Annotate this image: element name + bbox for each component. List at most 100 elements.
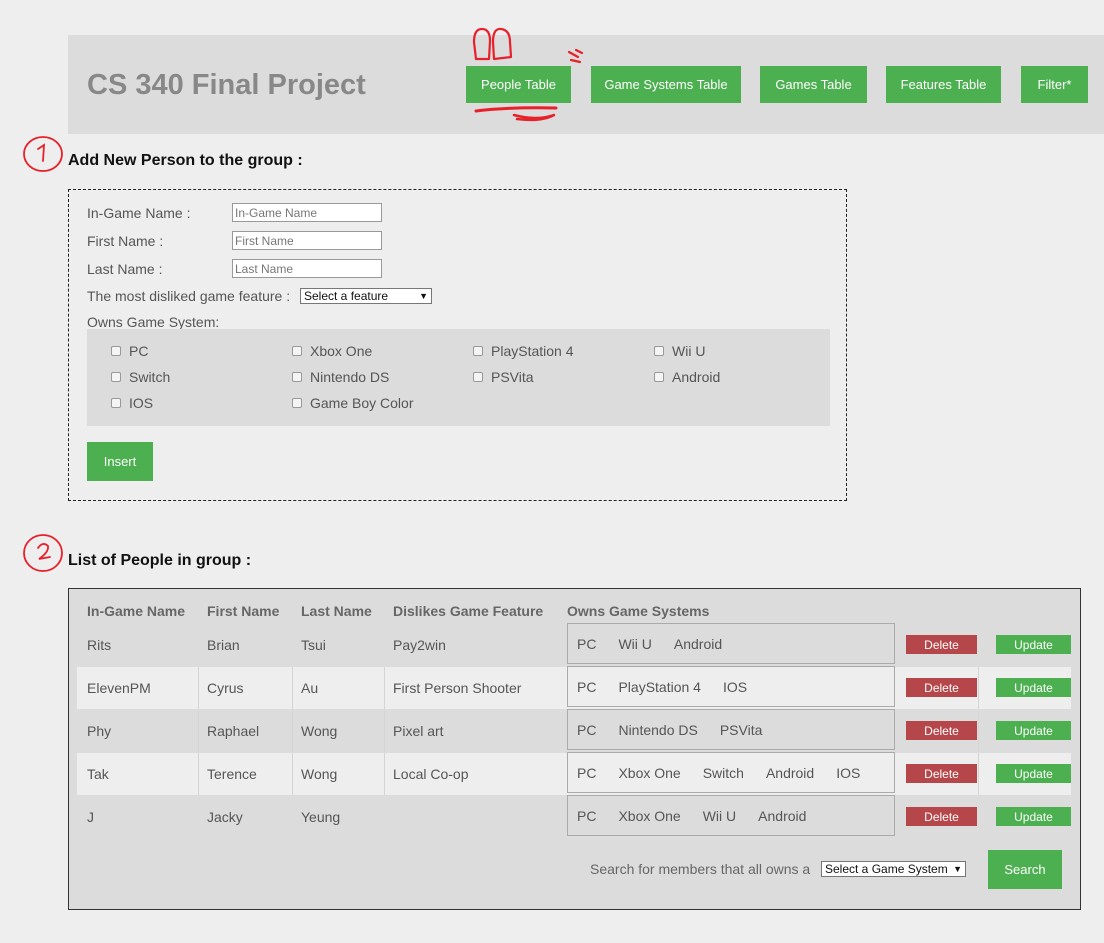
cell-owned-systems: PC Xbox One Wii U Android	[567, 795, 895, 836]
column-divider	[292, 667, 293, 709]
search-label: Search for members that all owns a	[590, 861, 811, 877]
cell-owned-systems: PC PlayStation 4 IOS	[567, 666, 895, 707]
checkbox-icon[interactable]	[473, 372, 483, 382]
owned-system: PC	[577, 678, 597, 695]
column-divider	[198, 667, 199, 709]
cell-ingame-name: Rits	[87, 637, 112, 653]
feature-select[interactable]: Select a feature ▼	[300, 288, 432, 304]
checkbox-icon[interactable]	[292, 398, 302, 408]
delete-button[interactable]: Delete	[906, 764, 977, 783]
last-name-input[interactable]	[232, 259, 382, 278]
system-checkbox-switch[interactable]: Switch	[111, 369, 170, 385]
table-row: Tak Terence Wong Local Co-op PC Xbox One…	[77, 752, 1071, 795]
dropdown-arrow-icon: ▼	[419, 291, 428, 301]
column-header-last-name: Last Name	[301, 603, 372, 619]
cell-ingame-name: ElevenPM	[87, 680, 151, 696]
checkbox-icon[interactable]	[292, 346, 302, 356]
column-header-ingame-name: In-Game Name	[87, 603, 186, 619]
update-button[interactable]: Update	[996, 678, 1071, 697]
update-button[interactable]: Update	[996, 764, 1071, 783]
annotation-circle-icon	[23, 136, 63, 172]
game-system-select[interactable]: Select a Game System ▼	[821, 861, 966, 877]
system-checkbox-psvita[interactable]: PSVita	[473, 369, 534, 385]
cell-last-name: Wong	[301, 723, 338, 739]
update-button[interactable]: Update	[996, 635, 1071, 654]
system-checkbox-pc[interactable]: PC	[111, 343, 148, 359]
owned-system: IOS	[836, 764, 861, 781]
cell-first-name: Terence	[207, 766, 257, 782]
nav-filter-button[interactable]: Filter*	[1021, 66, 1088, 103]
cell-feature: First Person Shooter	[393, 680, 522, 696]
column-divider	[978, 753, 979, 795]
column-divider	[198, 753, 199, 795]
delete-button[interactable]: Delete	[906, 635, 977, 654]
table-row: J Jacky Yeung PC Xbox One Wii U Android …	[77, 795, 1071, 838]
update-button[interactable]: Update	[996, 807, 1071, 826]
nav-people-table-button[interactable]: People Table	[466, 66, 571, 103]
app-title: CS 340 Final Project	[87, 69, 366, 101]
system-option-label: PC	[129, 343, 149, 359]
system-option-label: Game Boy Color	[310, 395, 414, 411]
column-header-dislikes-feature: Dislikes Game Feature	[393, 603, 544, 619]
column-divider	[292, 753, 293, 795]
system-checkbox-nintendo-ds[interactable]: Nintendo DS	[292, 369, 389, 385]
owned-system: Xbox One	[618, 807, 681, 824]
nav-game-systems-table-button[interactable]: Game Systems Table	[591, 66, 741, 103]
insert-button[interactable]: Insert	[87, 442, 153, 481]
ingame-name-input[interactable]	[232, 203, 382, 222]
cell-ingame-name: J	[87, 809, 94, 825]
cell-first-name: Raphael	[207, 723, 260, 739]
system-checkbox-playstation-4[interactable]: PlayStation 4	[473, 343, 574, 359]
update-button[interactable]: Update	[996, 721, 1071, 740]
table-row: Rits Brian Tsui Pay2win PC Wii U Android…	[77, 623, 1071, 666]
system-option-label: PlayStation 4	[491, 343, 574, 359]
checkbox-icon[interactable]	[111, 346, 121, 356]
checkbox-icon[interactable]	[111, 372, 121, 382]
feature-select-value: Select a feature	[304, 289, 389, 303]
cell-last-name: Au	[301, 680, 319, 696]
column-header-owns-systems: Owns Game Systems	[567, 603, 710, 619]
system-checkbox-wii-u[interactable]: Wii U	[654, 343, 705, 359]
table-row: Phy Raphael Wong Pixel art PC Nintendo D…	[77, 709, 1071, 752]
cell-ingame-name: Phy	[87, 723, 112, 739]
system-option-label: PSVita	[491, 369, 534, 385]
system-option-label: Android	[672, 369, 721, 385]
column-divider	[384, 710, 385, 752]
first-name-label: First Name :	[87, 233, 164, 249]
cell-feature: Pixel art	[393, 723, 444, 739]
delete-button[interactable]: Delete	[906, 807, 977, 826]
cell-last-name: Wong	[301, 766, 338, 782]
system-checkbox-android[interactable]: Android	[654, 369, 720, 385]
search-button[interactable]: Search	[988, 850, 1062, 889]
checkbox-icon[interactable]	[111, 398, 121, 408]
checkbox-icon[interactable]	[292, 372, 302, 382]
owned-system: PC	[577, 807, 597, 824]
cell-owned-systems: PC Xbox One Switch Android IOS	[567, 752, 895, 793]
nav-games-table-button[interactable]: Games Table	[760, 66, 867, 103]
system-checkbox-ios[interactable]: IOS	[111, 395, 153, 411]
owned-system: Xbox One	[618, 764, 681, 781]
checkbox-icon[interactable]	[654, 372, 664, 382]
system-option-label: Wii U	[672, 343, 706, 359]
add-person-heading: Add New Person to the group :	[68, 152, 303, 169]
owned-system: PlayStation 4	[618, 678, 701, 695]
cell-last-name: Tsui	[301, 637, 326, 653]
nav-features-table-button[interactable]: Features Table	[886, 66, 1001, 103]
cell-feature: Pay2win	[393, 637, 446, 653]
column-divider	[978, 667, 979, 709]
delete-button[interactable]: Delete	[906, 678, 977, 697]
system-checkbox-game-boy-color[interactable]: Game Boy Color	[292, 395, 413, 411]
disliked-feature-label: The most disliked game feature :	[87, 288, 291, 304]
system-option-label: Switch	[129, 369, 171, 385]
checkbox-icon[interactable]	[473, 346, 483, 356]
cell-owned-systems: PC Nintendo DS PSVita	[567, 709, 895, 750]
owned-system: Nintendo DS	[618, 721, 698, 738]
owned-system: Android	[758, 807, 807, 824]
delete-button[interactable]: Delete	[906, 721, 977, 740]
system-option-label: Xbox One	[310, 343, 373, 359]
checkbox-icon[interactable]	[654, 346, 664, 356]
owned-system: Android	[673, 635, 723, 652]
first-name-input[interactable]	[232, 231, 382, 250]
system-checkbox-xbox-one[interactable]: Xbox One	[292, 343, 372, 359]
owned-system: Wii U	[702, 807, 737, 824]
